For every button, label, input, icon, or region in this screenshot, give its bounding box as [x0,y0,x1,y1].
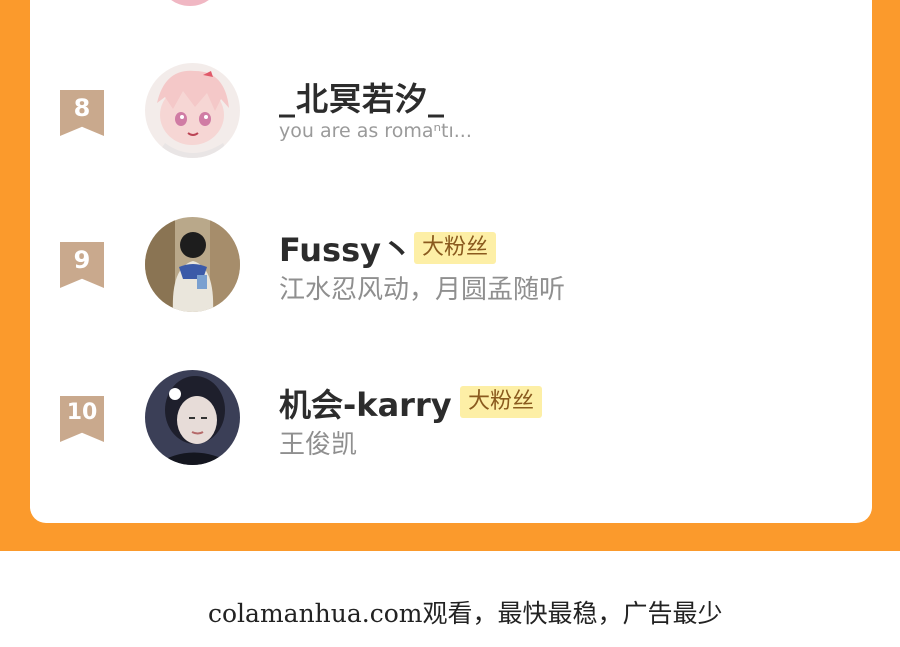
user-signature: you are as romaⁿtı... [279,120,472,142]
fan-badge: 大粉丝 [414,232,497,264]
avatar[interactable] [145,217,240,312]
ranking-row-9[interactable]: 9 Fussy丶 大粉丝 江水忍风动，月圆孟随听 [0,215,900,315]
rank-badge: 8 [60,90,104,136]
avatar[interactable] [145,370,240,465]
photo-avatar-icon [145,217,240,312]
footer-watermark-text: colamanhua.com观看，最快最稳，广告最少 [208,599,723,628]
fan-badge: 大粉丝 [460,386,543,418]
user-name: Fussy丶 [279,231,414,269]
avatar[interactable] [145,63,240,158]
user-signature: 王俊凯 [279,430,358,460]
user-name: _北冥若汐_ [279,80,446,118]
ranking-row-10[interactable]: 10 机会-karry 大粉丝 王俊凯 [0,370,900,470]
rank-badge: 10 [60,396,104,442]
rank-badge: 9 [60,242,104,288]
anime-avatar-icon [145,63,240,158]
user-name: 机会-karry [279,386,452,424]
photo-avatar-icon [145,370,240,465]
user-signature: 江水忍风动，月圆孟随听 [279,275,566,305]
ranking-row-8[interactable]: 8 _北冥若汐_ you are as romaⁿtı... [0,60,900,170]
